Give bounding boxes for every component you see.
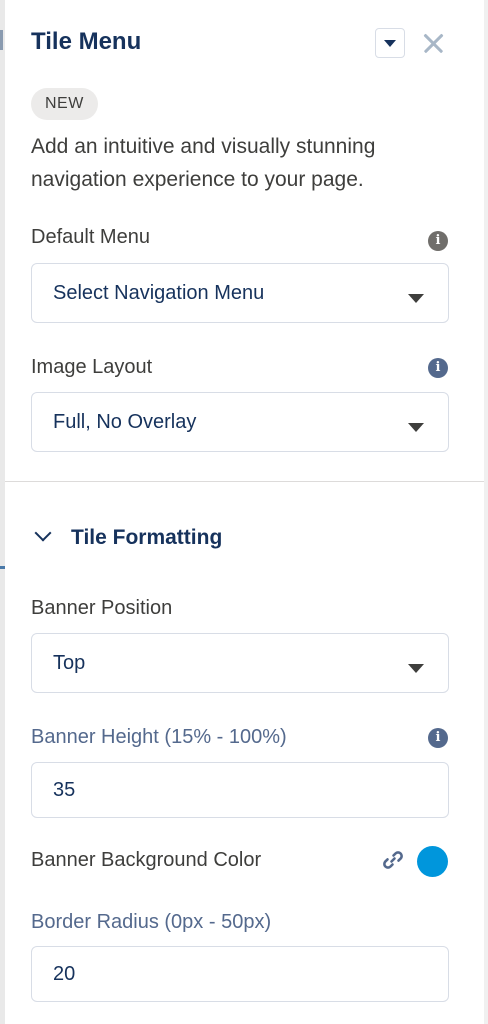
close-icon[interactable] [419, 28, 449, 58]
canvas-edge-mark [0, 30, 3, 50]
info-icon[interactable]: i [428, 231, 448, 251]
banner-position-label: Banner Position [31, 597, 173, 619]
image-layout-value: Full, No Overlay [53, 411, 197, 433]
chevron-down-icon [408, 294, 424, 303]
image-layout-label: Image Layout [31, 356, 153, 378]
banner-position-value: Top [53, 652, 86, 674]
banner-height-value: 35 [53, 779, 76, 801]
default-menu-value: Select Navigation Menu [53, 282, 265, 304]
panel-menu-button[interactable] [375, 28, 405, 58]
banner-color-swatch[interactable] [417, 846, 448, 877]
panel-title: Tile Menu [31, 28, 142, 55]
banner-position-select[interactable]: Top [31, 633, 449, 693]
chevron-down-icon [408, 664, 424, 673]
chevron-down-icon [408, 423, 424, 432]
default-menu-label: Default Menu [31, 226, 150, 248]
panel-description: Add an intuitive and visually stunning n… [31, 135, 376, 191]
border-radius-value: 20 [53, 963, 76, 985]
banner-height-label: Banner Height (15% - 100%) [31, 726, 287, 748]
default-menu-select[interactable]: Select Navigation Menu [31, 263, 449, 323]
link-icon[interactable] [381, 848, 405, 872]
info-icon[interactable]: i [428, 728, 448, 748]
image-layout-select[interactable]: Full, No Overlay [31, 392, 449, 452]
chevron-down-icon [384, 40, 396, 47]
banner-background-color-label: Banner Background Color [31, 849, 262, 871]
info-icon[interactable]: i [428, 358, 448, 378]
property-editor-frame: Tile Menu NEW Add an intuitive and visua… [0, 0, 488, 1024]
border-radius-label: Border Radius (0px - 50px) [31, 911, 272, 933]
tile-menu-panel: Tile Menu NEW Add an intuitive and visua… [5, 0, 484, 1024]
panel-edge-right [484, 0, 488, 1024]
banner-height-input[interactable]: 35 [31, 762, 449, 818]
tile-formatting-heading: Tile Formatting [71, 526, 223, 549]
chevron-down-icon [34, 524, 52, 542]
new-badge: NEW [31, 88, 98, 120]
section-divider [5, 481, 484, 482]
border-radius-input[interactable]: 20 [31, 946, 449, 1002]
